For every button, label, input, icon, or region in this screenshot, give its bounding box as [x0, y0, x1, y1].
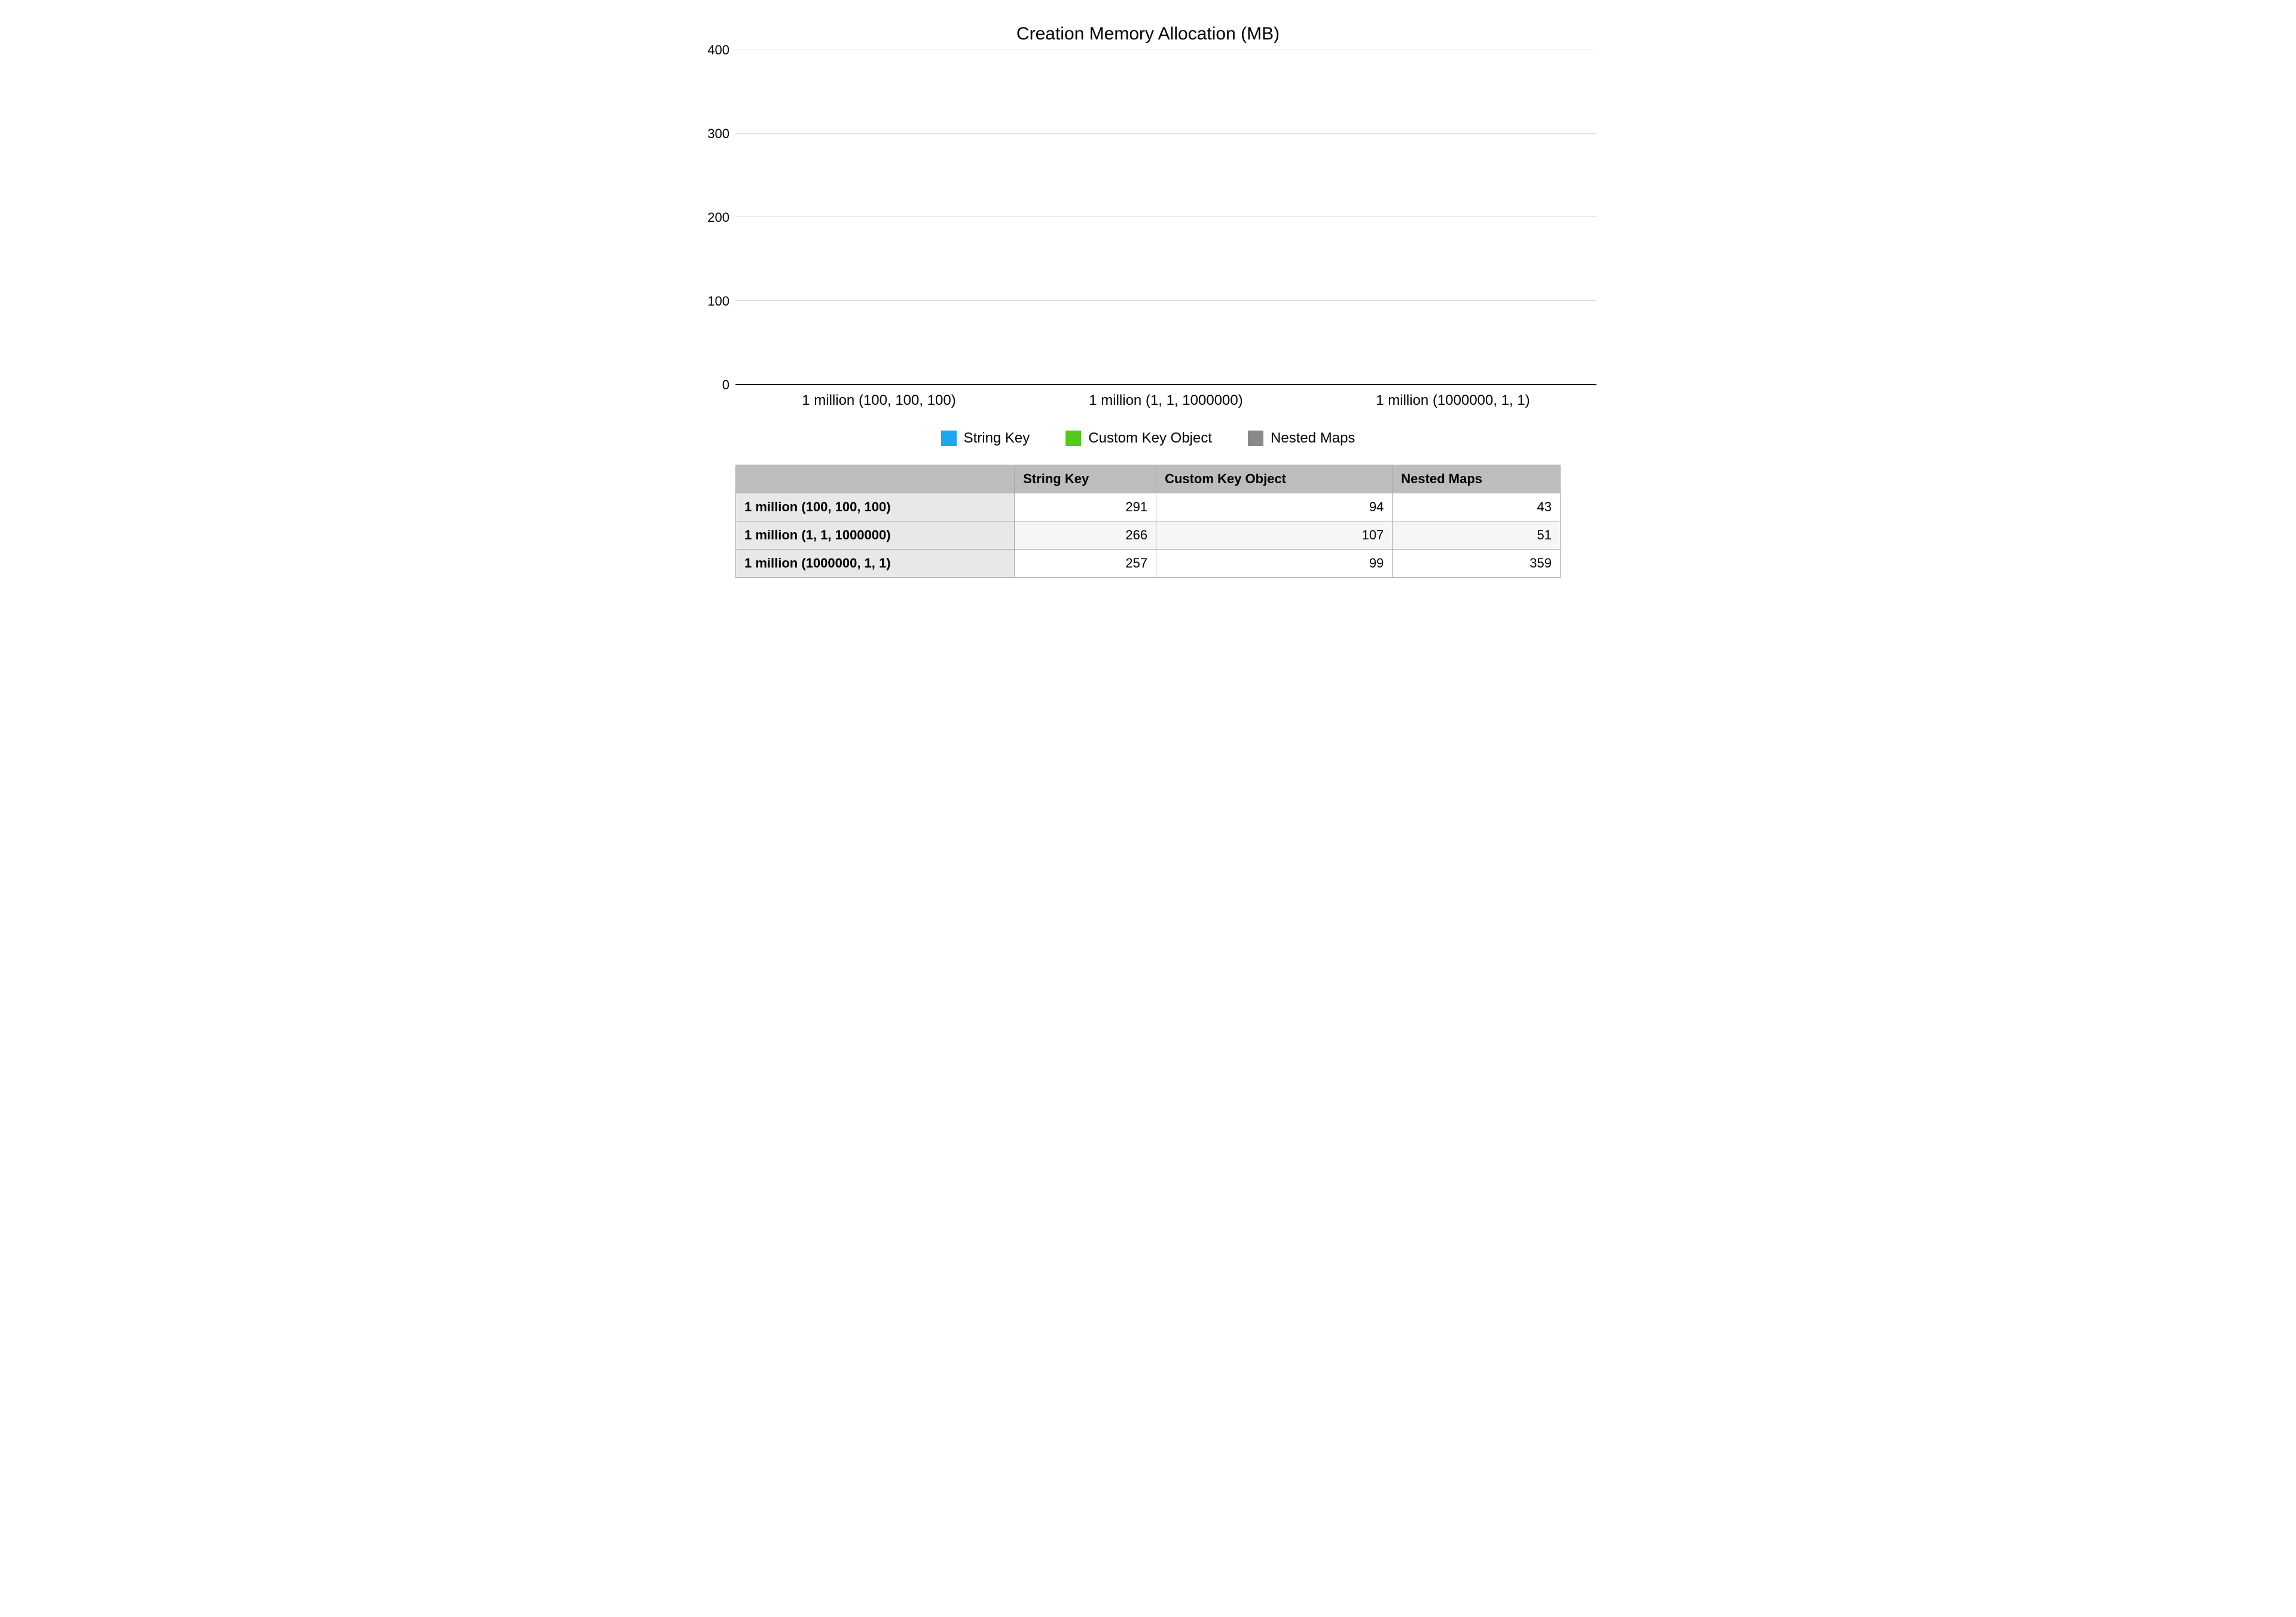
table-header-row: String Key Custom Key Object Nested Maps: [736, 465, 1561, 493]
table-cell: 359: [1393, 550, 1561, 578]
data-table: String Key Custom Key Object Nested Maps…: [735, 465, 1561, 578]
legend-swatch: [1065, 431, 1081, 446]
table-cell: 99: [1156, 550, 1393, 578]
y-tick: 400: [707, 42, 729, 58]
legend-label: Custom Key Object: [1088, 430, 1212, 447]
x-tick-label: 1 million (1, 1, 1000000): [1022, 392, 1309, 409]
chart-title: Creation Memory Allocation (MB): [700, 24, 1596, 44]
table-row-header: 1 million (1000000, 1, 1): [736, 550, 1015, 578]
legend-item-custom-key-object: Custom Key Object: [1065, 430, 1212, 447]
table-row: 1 million (100, 100, 100) 291 94 43: [736, 493, 1561, 521]
bar-groups: [735, 50, 1596, 384]
table-cell: 266: [1015, 521, 1156, 550]
y-tick: 0: [722, 377, 729, 393]
table-cell: 94: [1156, 493, 1393, 521]
x-axis-labels: 1 million (100, 100, 100) 1 million (1, …: [735, 392, 1596, 409]
table-row-header: 1 million (1, 1, 1000000): [736, 521, 1015, 550]
plot-area: 400 300 200 100 0: [700, 50, 1596, 385]
y-axis: 400 300 200 100 0: [700, 50, 735, 385]
legend: String Key Custom Key Object Nested Maps: [700, 430, 1596, 447]
x-tick-label: 1 million (1000000, 1, 1): [1309, 392, 1596, 409]
table-row: 1 million (1, 1, 1000000) 266 107 51: [736, 521, 1561, 550]
chart-container: Creation Memory Allocation (MB) 400 300 …: [700, 24, 1596, 578]
legend-label: Nested Maps: [1271, 430, 1355, 447]
legend-swatch: [941, 431, 957, 446]
y-tick: 100: [707, 294, 729, 309]
y-tick: 200: [707, 210, 729, 225]
table-cell: 257: [1015, 550, 1156, 578]
legend-item-nested-maps: Nested Maps: [1248, 430, 1355, 447]
plot: [735, 50, 1596, 385]
table-cell: 43: [1393, 493, 1561, 521]
table-cell: 51: [1393, 521, 1561, 550]
table-col-header: Nested Maps: [1393, 465, 1561, 493]
legend-swatch: [1248, 431, 1263, 446]
legend-item-string-key: String Key: [941, 430, 1030, 447]
table-corner-cell: [736, 465, 1015, 493]
table-row: 1 million (1000000, 1, 1) 257 99 359: [736, 550, 1561, 578]
table-col-header: String Key: [1015, 465, 1156, 493]
table-col-header: Custom Key Object: [1156, 465, 1393, 493]
x-tick-label: 1 million (100, 100, 100): [735, 392, 1022, 409]
legend-label: String Key: [964, 430, 1030, 447]
table-cell: 107: [1156, 521, 1393, 550]
table-row-header: 1 million (100, 100, 100): [736, 493, 1015, 521]
table-cell: 291: [1015, 493, 1156, 521]
y-tick: 300: [707, 126, 729, 142]
